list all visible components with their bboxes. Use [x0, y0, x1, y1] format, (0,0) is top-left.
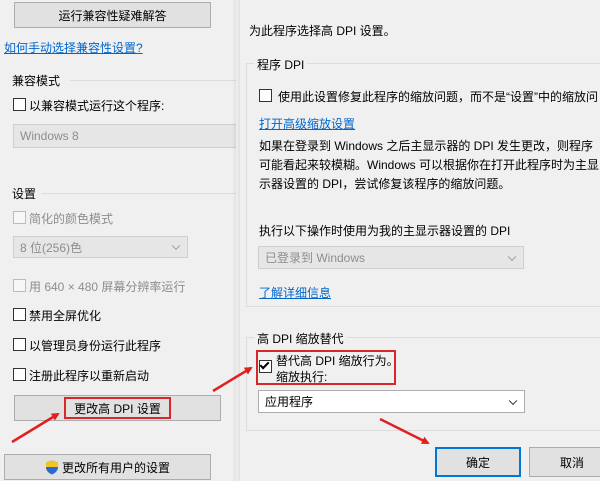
arrow-to-change-dpi-icon	[11, 412, 60, 444]
arrow-to-override-icon	[212, 366, 253, 393]
arrow-to-ok-icon	[379, 417, 430, 445]
annotation-arrows	[11, 366, 430, 445]
